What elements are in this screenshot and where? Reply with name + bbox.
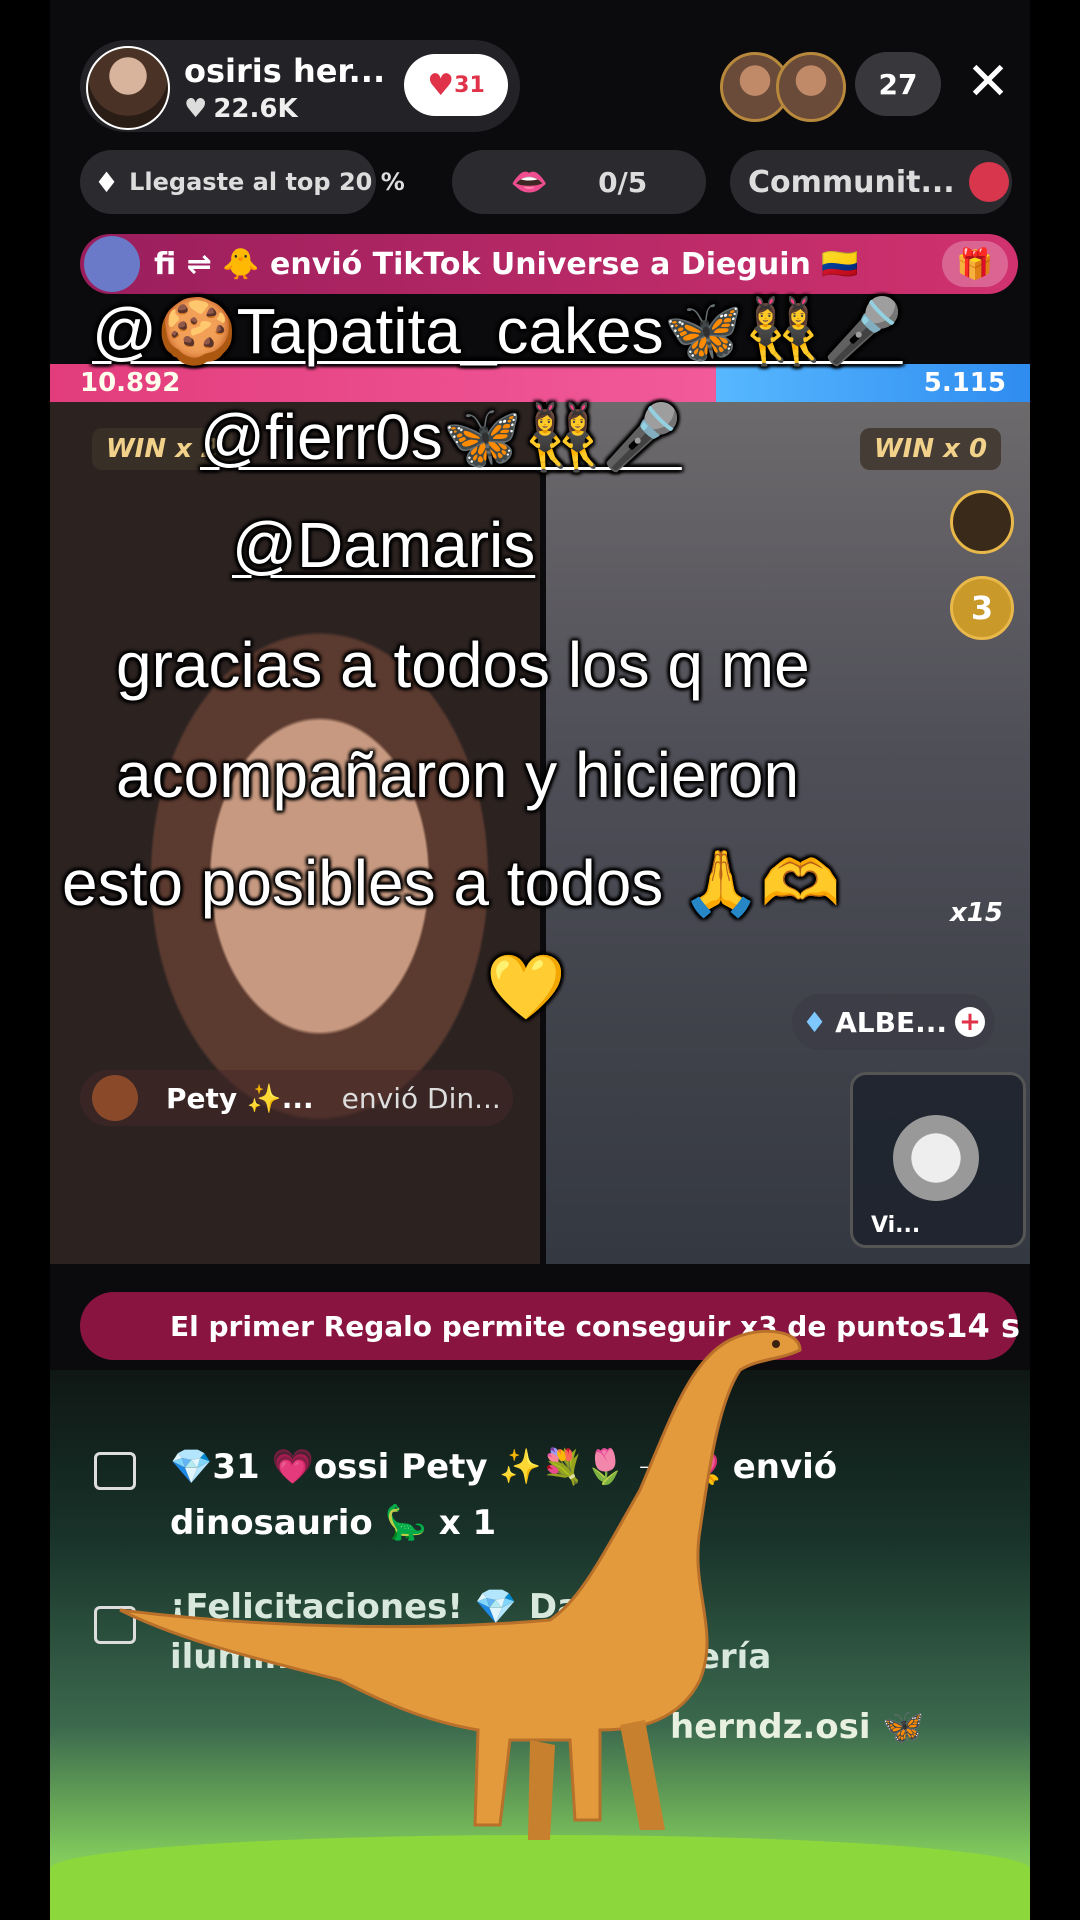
- boost-icon[interactable]: [950, 490, 1014, 554]
- gift-notice-avatar: [92, 1075, 138, 1121]
- caption-emoji: 💛: [486, 951, 566, 1023]
- community-gift-icon: [968, 162, 1009, 202]
- host-name: osiris her...: [184, 52, 386, 90]
- gift-notice-action: envió Din...: [341, 1081, 501, 1115]
- caption-mention[interactable]: @🍪Tapatita_cakes🦋👯‍♀️🎤: [92, 294, 903, 369]
- top-gifter-tag[interactable]: ♦ ALBE... +: [792, 994, 995, 1050]
- gift-multiplier: x15: [950, 898, 1003, 928]
- cohost-avatar: [893, 1115, 979, 1201]
- host-avatar[interactable]: [86, 46, 170, 130]
- gift-notice-user: Pety ✨...: [166, 1081, 314, 1115]
- right-score: 5.115: [716, 364, 1030, 402]
- goal-pill[interactable]: 👄 0/5: [452, 150, 706, 214]
- viewer-count[interactable]: 27: [855, 52, 941, 116]
- caption-mention[interactable]: @fierr0s🦋👯‍♀️🎤: [200, 400, 682, 475]
- rank-badge-icon[interactable]: 3: [950, 576, 1014, 640]
- gift-icon[interactable]: 🎁: [942, 241, 1008, 287]
- cohost-card[interactable]: Vi...: [850, 1072, 1026, 1248]
- rank-text: Llegaste al top 20 %: [129, 168, 405, 196]
- fan-club-badge[interactable]: ♥ 31: [404, 54, 508, 116]
- caption-mention[interactable]: @Damaris: [232, 508, 535, 582]
- gift-announcement-banner[interactable]: fi ⇌ 🐥 envió TikTok Universe a Dieguin 🇨…: [80, 234, 1018, 294]
- fan-club-level: 31: [454, 72, 485, 98]
- banner-avatar: [84, 236, 140, 292]
- caption-text: gracias a todos los q me: [116, 629, 810, 701]
- diamond-icon: ♦: [94, 165, 120, 199]
- community-pill[interactable]: Communit...: [730, 150, 1012, 214]
- top-gifter-name: ALBE...: [835, 1005, 947, 1039]
- battle-score-bar: 10.892 5.115: [50, 364, 1030, 402]
- caption-text: acompañaron y hicieron: [116, 739, 800, 811]
- live-stream-frame: osiris her... ♥ 22.6K ♥ 31 27 ✕ ♦ Llegaste…: [50, 0, 1030, 1920]
- gift-notice: Pety ✨... envió Din...: [80, 1070, 513, 1126]
- cohost-name: Vi...: [871, 1213, 921, 1238]
- viewer-avatar[interactable]: [776, 52, 846, 122]
- rank-pill[interactable]: ♦ Llegaste al top 20 %: [80, 150, 405, 214]
- host-likes: ♥ 22.6K: [184, 94, 298, 124]
- community-label: Communit...: [748, 164, 955, 200]
- diamond-icon: ♦: [802, 1005, 828, 1039]
- heart-badge-icon: ♥: [427, 67, 455, 103]
- plus-icon[interactable]: +: [955, 1007, 985, 1037]
- heart-icon: ♥: [184, 94, 208, 124]
- dinosaur-gift-animation: [119, 1329, 802, 1840]
- banner-text: fi ⇌ 🐥 envió TikTok Universe a Dieguin 🇨…: [154, 246, 859, 282]
- goal-progress: 0/5: [598, 165, 648, 199]
- right-win-counter: WIN x 0: [860, 428, 1002, 470]
- lips-icon: 👄: [510, 164, 549, 200]
- caption-text: esto posibles a todos 🙏🫶: [62, 847, 841, 919]
- host-profile-pill[interactable]: osiris her... ♥ 22.6K ♥ 31: [80, 40, 520, 132]
- left-score: 10.892: [50, 364, 717, 402]
- host-likes-count: 22.6K: [213, 94, 298, 124]
- close-icon[interactable]: ✕: [965, 56, 1011, 108]
